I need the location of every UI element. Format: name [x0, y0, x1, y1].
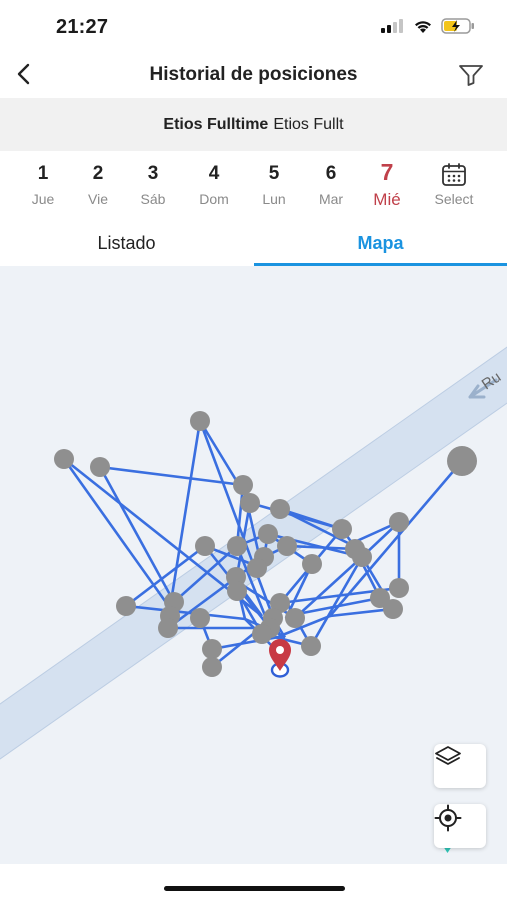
position-point — [227, 581, 247, 601]
tab-listado[interactable]: Listado — [0, 221, 253, 266]
position-point — [90, 457, 110, 477]
day-number: 4 — [208, 163, 220, 184]
bottom-safe-area — [0, 864, 507, 900]
map-canvas[interactable]: Ru — [0, 266, 507, 864]
day-number: 3 — [147, 163, 159, 184]
day-select-calendar[interactable]: Select — [429, 163, 479, 207]
day-number: 2 — [92, 163, 104, 184]
layers-icon — [435, 746, 461, 765]
status-icons — [381, 18, 475, 34]
day-number: 7 — [380, 159, 394, 185]
position-point — [227, 536, 247, 556]
day-selector: 1 Jue 2 Vie 3 Sáb 4 Dom 5 Lun 6 Mar 7 Mi… — [0, 151, 507, 221]
position-point — [190, 608, 210, 628]
vehicle-name-bold: Etios Fulltime — [163, 115, 269, 133]
day-label: Jue — [31, 191, 55, 207]
position-point — [352, 547, 372, 567]
position-point — [233, 475, 253, 495]
road — [0, 346, 507, 760]
position-point — [389, 512, 409, 532]
position-point — [383, 599, 403, 619]
vehicle-selector[interactable]: Etios Fulltime Etios Fullt — [0, 98, 507, 151]
position-point — [54, 449, 74, 469]
tab-mapa[interactable]: Mapa — [254, 221, 507, 266]
day-number: 5 — [268, 163, 280, 184]
day-sab[interactable]: 3 Sáb — [128, 163, 178, 207]
position-point — [195, 536, 215, 556]
current-position-marker-icon[interactable] — [269, 639, 291, 678]
day-label: Vie — [88, 191, 108, 207]
wifi-icon — [415, 20, 431, 33]
map-layers-button[interactable] — [434, 744, 486, 788]
locate-icon — [434, 804, 462, 832]
status-bar: 21:27 — [0, 0, 507, 50]
day-label: Select — [434, 191, 474, 207]
calendar-icon — [429, 163, 479, 189]
day-jue[interactable]: 1 Jue — [18, 163, 68, 207]
home-indicator[interactable] — [164, 886, 345, 891]
position-point — [258, 524, 278, 544]
position-point — [277, 536, 297, 556]
day-lun[interactable]: 5 Lun — [249, 163, 299, 207]
page-title: Historial de posiciones — [149, 64, 358, 85]
locate-me-button[interactable] — [434, 804, 486, 848]
position-point — [158, 618, 178, 638]
vehicle-name: Etios Fullt — [273, 115, 344, 133]
position-point — [332, 519, 352, 539]
day-label: Dom — [199, 191, 229, 207]
map-view[interactable]: Ru — [0, 266, 507, 864]
view-tabs: Listado Mapa — [0, 221, 507, 266]
day-vie[interactable]: 2 Vie — [73, 163, 123, 207]
app-header: Historial de posiciones — [0, 50, 507, 98]
position-point — [389, 578, 409, 598]
day-mie[interactable]: 7 Mié — [362, 159, 412, 210]
day-label: Mié — [373, 190, 401, 209]
position-point — [202, 657, 222, 677]
position-point — [240, 493, 260, 513]
day-mar[interactable]: 6 Mar — [306, 163, 356, 207]
position-point — [116, 596, 136, 616]
cellular-signal-icon — [381, 19, 403, 33]
filter-icon — [459, 65, 483, 86]
day-number: 6 — [325, 163, 337, 184]
filter-button[interactable] — [455, 60, 487, 90]
day-label: Sáb — [140, 191, 166, 207]
position-point — [447, 446, 477, 476]
day-label: Mar — [318, 191, 344, 207]
position-point — [285, 608, 305, 628]
day-label: Lun — [262, 191, 286, 207]
position-point — [247, 558, 267, 578]
day-number: 1 — [37, 163, 49, 184]
position-point — [270, 499, 290, 519]
status-time: 21:27 — [56, 16, 109, 38]
day-dom[interactable]: 4 Dom — [189, 163, 239, 207]
position-point — [190, 411, 210, 431]
battery-charging-icon — [441, 18, 474, 34]
position-point — [302, 554, 322, 574]
position-point — [301, 636, 321, 656]
position-point — [202, 639, 222, 659]
position-point — [252, 624, 272, 644]
